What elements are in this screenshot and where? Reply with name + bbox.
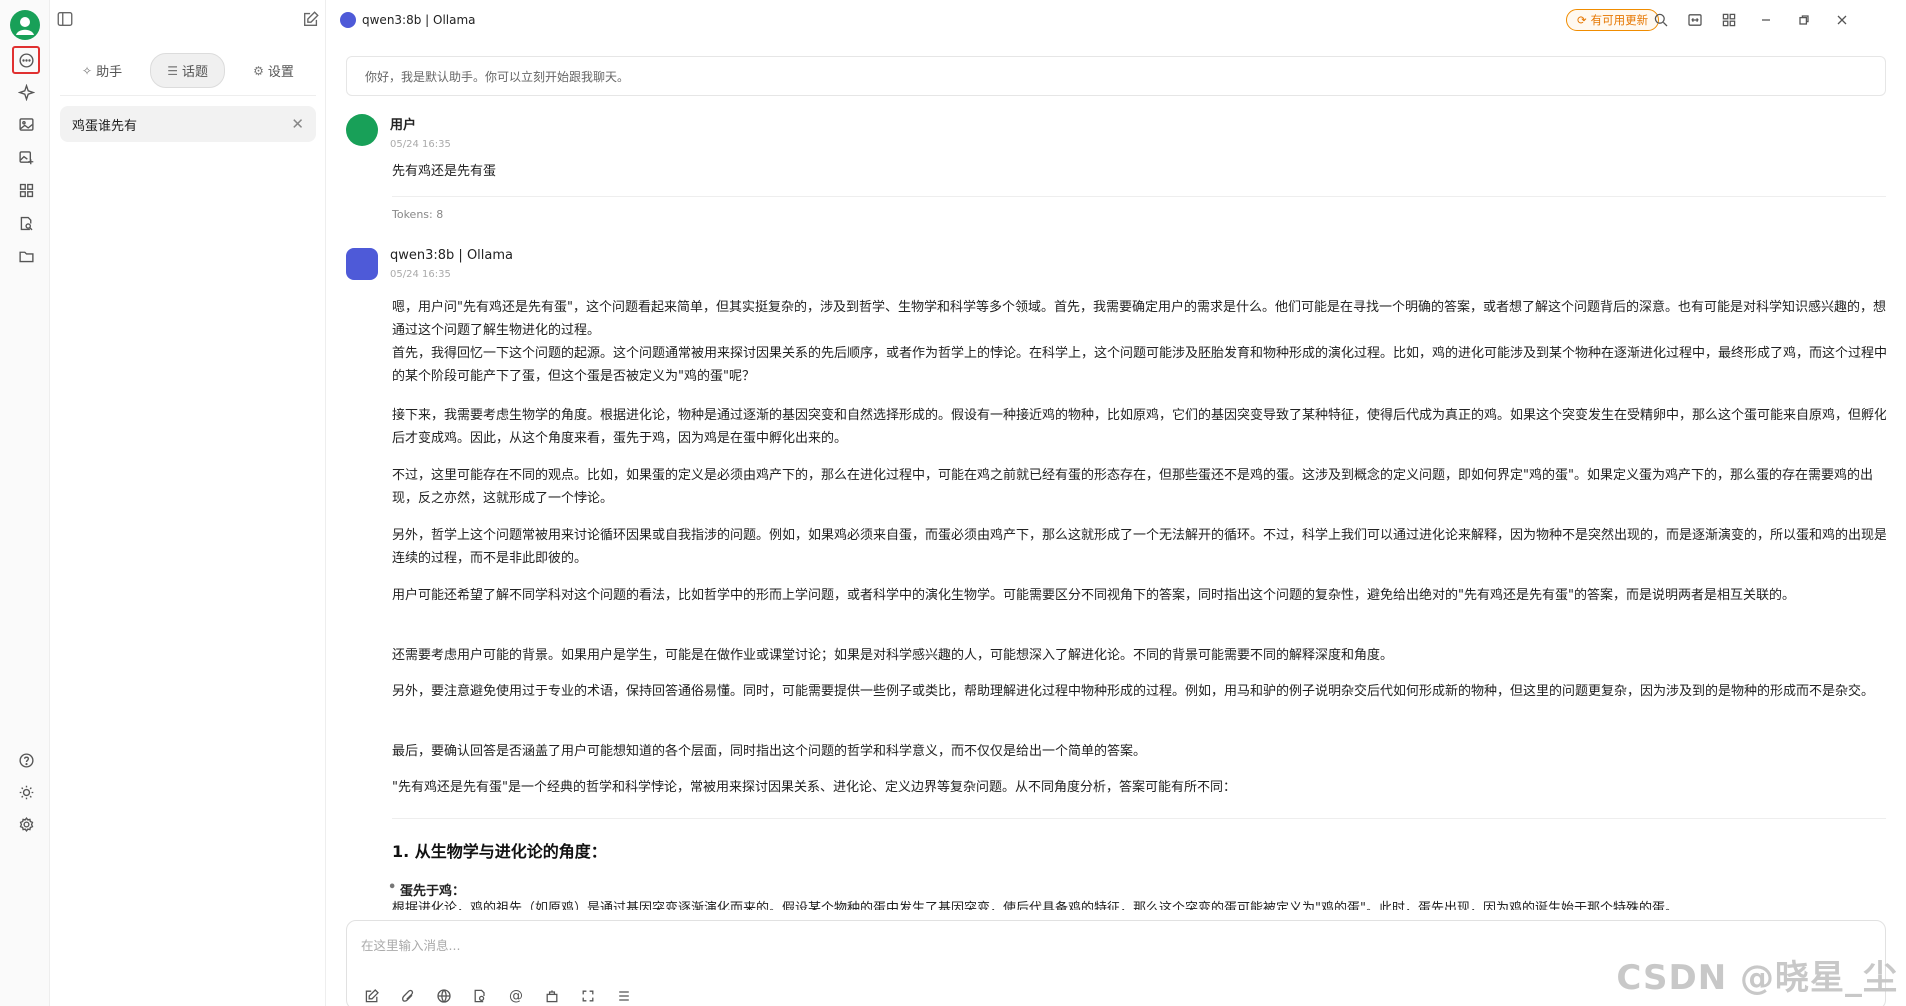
sparkle-icon[interactable] xyxy=(12,78,40,106)
sidebar-toolbar xyxy=(50,0,326,40)
toggle-sidebar-icon[interactable] xyxy=(56,10,76,30)
main-header: qwen3:8b | Ollama ⟳ 有可用更新 xyxy=(326,0,1906,40)
update-label: 有可用更新 xyxy=(1590,13,1649,27)
tab-settings[interactable]: ⚙ 设置 xyxy=(237,54,310,87)
thinking-paragraph: 另外，要注意避免使用过于专业的术语，保持回答通俗易懂。同时，可能需要提供一些例子… xyxy=(392,684,1875,699)
thinking-paragraph: 最后，要确认回答是否涵盖了用户可能想知道的各个层面，同时指出这个问题的哲学和科学… xyxy=(392,744,1147,759)
thinking-paragraph: 接下来，我需要考虑生物学的角度。根据进化论，物种是通过逐渐的基因突变和自然选择形… xyxy=(392,408,1886,446)
layout-icon[interactable] xyxy=(1719,10,1739,30)
answer-paragraph: 根据进化论，鸡的祖先（如原鸡）是通过基因突变逐渐演化而来的。假设某个物种的蛋中发… xyxy=(392,901,1678,910)
search-icon[interactable] xyxy=(1651,10,1671,30)
apps-icon[interactable] xyxy=(12,176,40,204)
new-topic-icon[interactable] xyxy=(363,987,381,1005)
tab-label: 助手 xyxy=(96,65,123,80)
gear-icon: ⚙ xyxy=(253,63,264,78)
list-icon: ☰ xyxy=(167,63,178,78)
thinking-paragraph: 还需要考虑用户可能的背景。如果用户是学生，可能是在做作业或课堂讨论；如果是对科学… xyxy=(392,648,1394,663)
settings-icon[interactable] xyxy=(12,810,40,838)
tab-assistant[interactable]: ✧ 助手 xyxy=(66,54,138,87)
sidebar-tabs: ✧ 助手 ☰ 话题 ⚙ 设置 xyxy=(60,52,316,96)
minimize-icon[interactable] xyxy=(1756,10,1776,30)
thinking-paragraph: 不过，这里可能存在不同的观点。比如，如果蛋的定义是必须由鸡产下的，那么在进化过程… xyxy=(392,468,1873,506)
answer-bullet: 蛋先于鸡： xyxy=(388,880,465,899)
icon-rail xyxy=(0,0,50,1006)
user-avatar[interactable] xyxy=(10,10,40,40)
update-button[interactable]: ⟳ 有可用更新 xyxy=(1566,9,1660,31)
answer-heading: 1. 从生物学与进化论的角度： xyxy=(392,842,607,861)
tab-label: 设置 xyxy=(267,65,294,80)
doc-search-icon[interactable] xyxy=(12,209,40,237)
model-name: qwen3:8b | Ollama xyxy=(362,13,476,27)
image-icon[interactable] xyxy=(12,110,40,138)
image-add-icon[interactable] xyxy=(12,143,40,171)
narrow-mode-icon[interactable] xyxy=(1685,10,1705,30)
globe-icon[interactable] xyxy=(435,987,453,1005)
divider xyxy=(392,196,1886,197)
topic-item[interactable]: 鸡蛋谁先有 ✕ xyxy=(60,106,316,142)
message-list: 用户 05/24 16:35 先有鸡还是先有蛋 Tokens: 8 qwen3:… xyxy=(346,110,1886,910)
message-author: qwen3:8b | Ollama xyxy=(390,248,513,263)
topic-title: 鸡蛋谁先有 xyxy=(72,118,138,134)
close-window-icon[interactable] xyxy=(1832,10,1852,30)
chat-icon[interactable] xyxy=(12,46,40,74)
message-time: 05/24 16:35 xyxy=(390,269,451,280)
clear-icon[interactable] xyxy=(615,987,633,1005)
token-count: Tokens: 8 xyxy=(392,208,444,221)
input-toolbar: @ xyxy=(363,987,633,1005)
restore-icon[interactable] xyxy=(1794,10,1814,30)
knowledge-icon[interactable] xyxy=(471,987,489,1005)
thinking-paragraph: 用户可能还希望了解不同学科对这个问题的看法，比如哲学中的形而上学问题，或者科学中… xyxy=(392,588,1795,603)
thinking-paragraph: 嗯，用户问"先有鸡还是先有蛋"，这个问题看起来简单，但其实挺复杂的，涉及到哲学、… xyxy=(392,300,1886,384)
folder-icon[interactable] xyxy=(12,242,40,270)
thinking-paragraph: 另外，哲学上这个问题常被用来讨论循环因果或自我指涉的问题。例如，如果鸡必须来自蛋… xyxy=(392,528,1886,566)
mcp-icon[interactable] xyxy=(543,987,561,1005)
app-window: ✧ 助手 ☰ 话题 ⚙ 设置 鸡蛋谁先有 ✕ qwen3:8b | Ollama… xyxy=(0,0,1906,1006)
sidebar: ✧ 助手 ☰ 话题 ⚙ 设置 鸡蛋谁先有 ✕ xyxy=(50,0,326,1006)
message-time: 05/24 16:35 xyxy=(390,139,451,150)
model-logo-icon xyxy=(340,12,356,28)
user-message-header: 用户 05/24 16:35 xyxy=(346,114,451,150)
user-avatar xyxy=(346,114,378,146)
user-message-text: 先有鸡还是先有蛋 xyxy=(392,164,497,179)
tab-label: 话题 xyxy=(182,65,209,80)
sparkle-icon: ✧ xyxy=(82,63,93,78)
new-chat-icon[interactable] xyxy=(302,10,322,30)
attachment-icon[interactable] xyxy=(399,987,417,1005)
model-selector[interactable]: qwen3:8b | Ollama xyxy=(340,12,476,28)
model-logo-icon xyxy=(346,248,378,280)
bot-message-header: qwen3:8b | Ollama 05/24 16:35 xyxy=(346,248,513,280)
message-input[interactable]: 在这里输入消息... xyxy=(361,935,460,954)
message-author: 用户 xyxy=(390,118,417,133)
welcome-notice: 你好，我是默认助手。你可以立刻开始跟我聊天。 xyxy=(346,56,1886,96)
refresh-icon: ⟳ xyxy=(1577,13,1587,27)
watermark-text: CSDN @晓星_尘 xyxy=(1616,958,1898,998)
expand-icon[interactable] xyxy=(579,987,597,1005)
divider xyxy=(392,818,1886,819)
help-icon[interactable] xyxy=(12,746,40,774)
theme-icon[interactable] xyxy=(12,778,40,806)
answer-paragraph: "先有鸡还是先有蛋"是一个经典的哲学和科学悖论，常被用来探讨因果关系、进化论、定… xyxy=(392,780,1236,795)
mention-icon[interactable]: @ xyxy=(507,987,525,1005)
tab-topics[interactable]: ☰ 话题 xyxy=(150,53,226,88)
close-icon[interactable]: ✕ xyxy=(291,115,304,133)
